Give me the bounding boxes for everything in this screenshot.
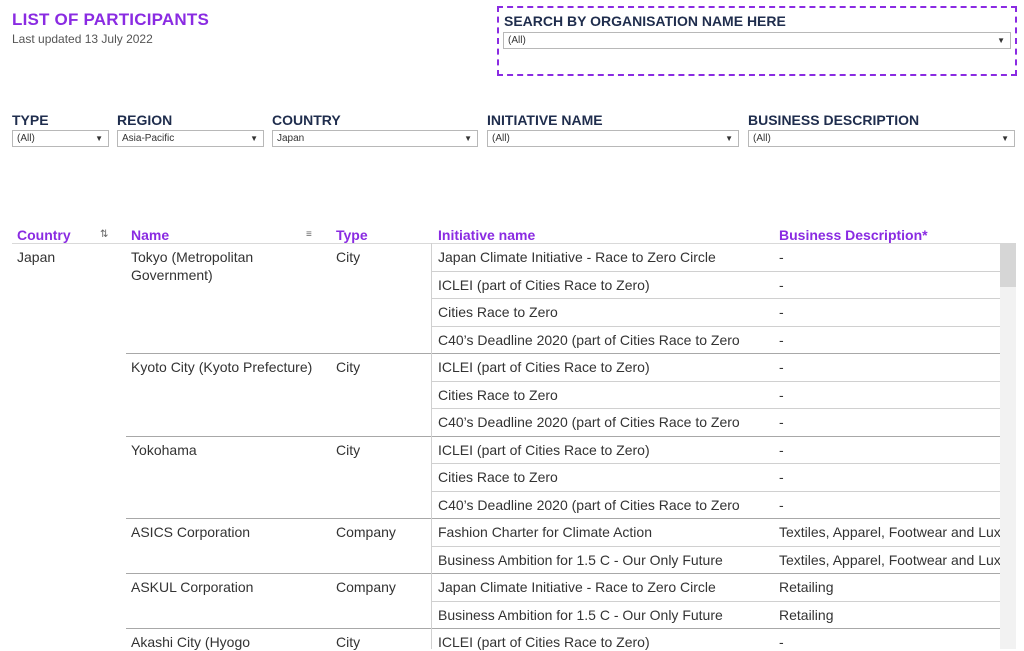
initiative-cell: Japan Climate Initiative - Race to Zero … xyxy=(438,249,716,265)
column-header-name[interactable]: Name xyxy=(131,227,169,243)
business-cell: - xyxy=(779,331,784,348)
business-cell: - xyxy=(779,469,784,485)
initiative-cell: ICLEI (part of Cities Race to Zero) xyxy=(438,441,650,458)
row-divider xyxy=(432,463,1000,464)
caret-down-icon: ▼ xyxy=(464,134,472,143)
organisation-name-cell: Akashi City (Hyogo xyxy=(131,634,251,650)
organisation-type-cell: Company xyxy=(336,579,396,595)
region-filter-label: REGION xyxy=(117,112,173,128)
row-divider xyxy=(432,546,1000,547)
row-divider xyxy=(432,408,1000,409)
row-divider xyxy=(432,491,1000,492)
initiative-cell: C40’s Deadline 2020 (part of Cities Race… xyxy=(438,496,740,513)
initiative-cell: Japan Climate Initiative - Race to Zero … xyxy=(438,579,716,595)
business-cell: - xyxy=(779,359,784,375)
business-cell: Retailing xyxy=(779,579,834,595)
group-divider xyxy=(126,436,1000,437)
group-divider xyxy=(126,573,1000,574)
initiative-cell: ICLEI (part of Cities Race to Zero) xyxy=(438,359,650,375)
business-cell: - xyxy=(779,634,784,650)
row-divider xyxy=(432,271,1000,272)
business-cell: Textiles, Apparel, Footwear and Luxury G… xyxy=(779,524,1000,540)
organisation-type-cell: City xyxy=(336,441,361,458)
business-filter-value: (All) xyxy=(753,133,771,144)
initiative-cell: C40’s Deadline 2020 (part of Cities Race… xyxy=(438,414,740,430)
initiative-cell: Cities Race to Zero xyxy=(438,304,558,320)
search-label: SEARCH BY ORGANISATION NAME HERE xyxy=(504,13,786,29)
organisation-search-value: (All) xyxy=(508,35,526,46)
business-cell: - xyxy=(779,386,784,403)
type-filter-label: TYPE xyxy=(12,112,49,128)
organisation-name-cell: Tokyo (Metropolitan Government) xyxy=(131,249,254,283)
column-header-country[interactable]: Country xyxy=(17,227,71,243)
organisation-name-cell: ASICS Corporation xyxy=(131,524,251,540)
organisation-name-cell: ASKUL Corporation xyxy=(131,579,254,595)
row-divider xyxy=(432,298,1000,299)
last-updated-text: Last updated 13 July 2022 xyxy=(12,32,153,46)
initiative-filter-label: INITIATIVE NAME xyxy=(487,112,603,128)
column-divider xyxy=(431,243,432,649)
business-cell: Textiles, Apparel, Footwear and Luxury G… xyxy=(779,551,1000,568)
organisation-type-cell: City xyxy=(336,249,361,265)
column-header-initiative[interactable]: Initiative name xyxy=(438,227,535,243)
region-filter-dropdown[interactable]: Asia-Pacific ▼ xyxy=(117,130,264,147)
region-filter-value: Asia-Pacific xyxy=(122,133,175,144)
business-cell: - xyxy=(779,249,784,265)
initiative-cell: Business Ambition for 1.5 C - Our Only F… xyxy=(438,551,723,568)
business-cell: - xyxy=(779,414,784,430)
initiative-filter-value: (All) xyxy=(492,133,510,144)
header-divider xyxy=(12,243,1000,244)
initiative-cell: Cities Race to Zero xyxy=(438,469,558,485)
caret-down-icon: ▼ xyxy=(1001,134,1009,143)
caret-down-icon: ▼ xyxy=(95,134,103,143)
business-cell: Retailing xyxy=(779,606,834,623)
business-cell: - xyxy=(779,304,784,320)
scrollbar-thumb[interactable] xyxy=(1000,243,1016,287)
organisation-name-cell: Yokohama xyxy=(131,441,197,458)
caret-down-icon: ▼ xyxy=(250,134,258,143)
initiative-filter-dropdown[interactable]: (All) ▼ xyxy=(487,130,739,147)
country-filter-dropdown[interactable]: Japan ▼ xyxy=(272,130,478,147)
sort-alpha-icon[interactable]: ⇅ xyxy=(100,230,108,240)
initiative-cell: Fashion Charter for Climate Action xyxy=(438,524,652,540)
group-divider xyxy=(126,353,1000,354)
initiative-cell: ICLEI (part of Cities Race to Zero) xyxy=(438,276,650,293)
organisation-type-cell: City xyxy=(336,359,361,375)
organisation-type-cell: Company xyxy=(336,524,396,540)
business-cell: - xyxy=(779,276,784,293)
business-cell: - xyxy=(779,441,784,458)
row-divider xyxy=(432,601,1000,602)
initiative-cell: Business Ambition for 1.5 C - Our Only F… xyxy=(438,606,723,623)
initiative-cell: Cities Race to Zero xyxy=(438,386,558,403)
initiative-cell: C40’s Deadline 2020 (part of Cities Race… xyxy=(438,331,740,348)
column-header-type[interactable]: Type xyxy=(336,227,368,243)
type-filter-dropdown[interactable]: (All) ▼ xyxy=(12,130,109,147)
group-divider xyxy=(126,628,1000,629)
country-filter-value: Japan xyxy=(277,133,305,144)
business-filter-dropdown[interactable]: (All) ▼ xyxy=(748,130,1015,147)
organisation-search-dropdown[interactable]: (All) ▼ xyxy=(503,32,1011,49)
caret-down-icon: ▼ xyxy=(725,134,733,143)
type-filter-value: (All) xyxy=(17,133,35,144)
page-title: LIST OF PARTICIPANTS xyxy=(12,10,209,29)
business-filter-label: BUSINESS DESCRIPTION xyxy=(748,112,920,128)
country-filter-label: COUNTRY xyxy=(272,112,341,128)
row-divider xyxy=(432,381,1000,382)
initiative-cell: ICLEI (part of Cities Race to Zero) xyxy=(438,634,650,650)
sort-desc-icon[interactable]: ≡ xyxy=(306,230,312,240)
business-cell: - xyxy=(779,496,784,513)
column-header-business[interactable]: Business Description* xyxy=(779,227,928,243)
organisation-type-cell: City xyxy=(336,634,361,650)
group-divider xyxy=(126,518,1000,519)
organisation-name-cell: Kyoto City (Kyoto Prefecture) xyxy=(131,359,313,375)
caret-down-icon: ▼ xyxy=(997,36,1005,45)
row-divider xyxy=(432,326,1000,327)
vertical-scrollbar[interactable] xyxy=(1000,243,1016,649)
country-cell: Japan xyxy=(17,249,56,265)
